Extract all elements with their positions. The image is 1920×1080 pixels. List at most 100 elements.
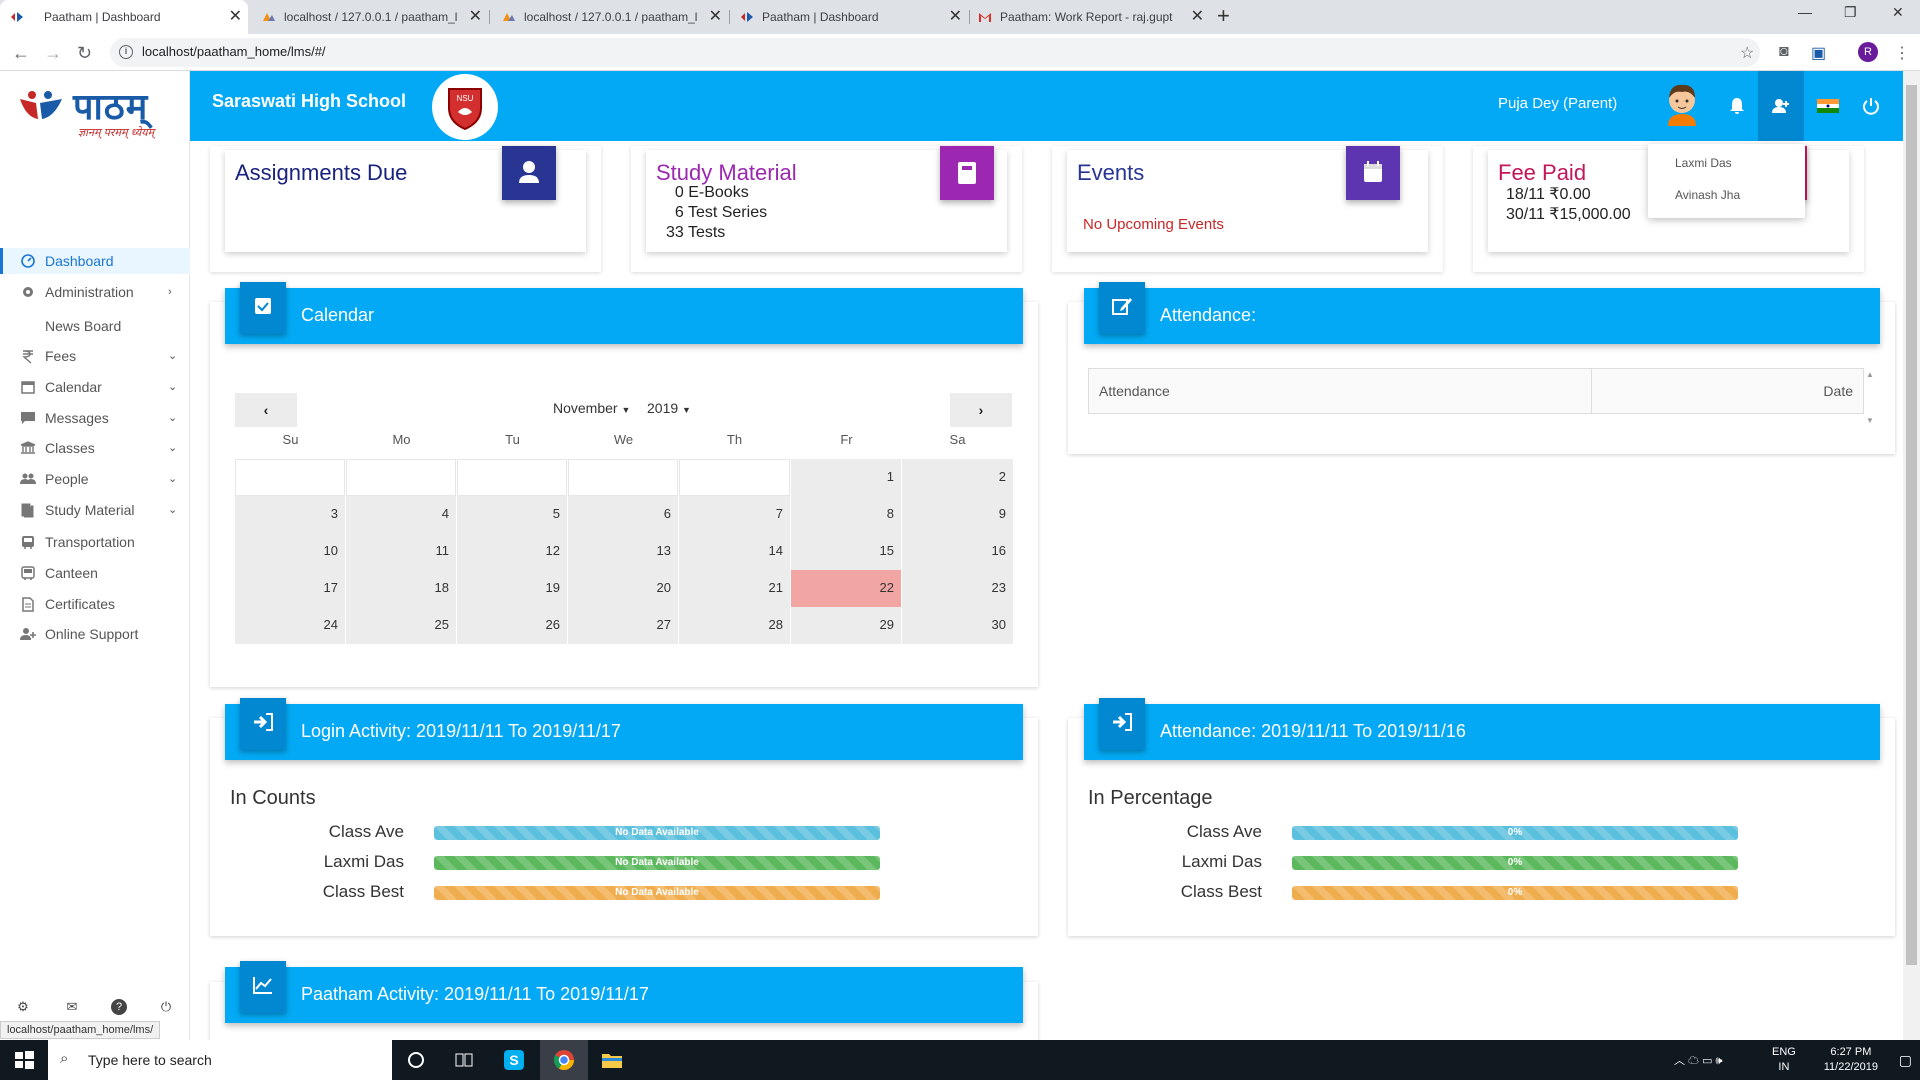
- column-header-date[interactable]: Date: [1823, 383, 1853, 399]
- calendar-day[interactable]: 14: [679, 533, 790, 570]
- browser-tab[interactable]: localhost / 127.0.0.1 / paatham_l ✕: [490, 0, 728, 34]
- forward-icon[interactable]: →: [44, 43, 62, 64]
- next-month-button[interactable]: ›: [950, 393, 1012, 427]
- india-flag-icon[interactable]: [1817, 95, 1839, 117]
- task-view-icon[interactable]: [452, 1048, 476, 1072]
- power-icon[interactable]: ⏻: [158, 999, 174, 1015]
- calendar-day[interactable]: 2: [902, 459, 1013, 496]
- prev-month-button[interactable]: ‹: [235, 393, 297, 427]
- calendar-day[interactable]: 13: [568, 533, 678, 570]
- calendar-day-today[interactable]: 22: [791, 570, 901, 607]
- calendar-day[interactable]: 28: [679, 607, 790, 644]
- calendar-day[interactable]: 21: [679, 570, 790, 607]
- calendar-day[interactable]: 27: [568, 607, 678, 644]
- calendar-day[interactable]: 5: [457, 496, 567, 533]
- year-select[interactable]: 2019 ▼: [647, 400, 691, 416]
- sidebar-item-transportation[interactable]: Transportation: [0, 529, 190, 555]
- info-icon[interactable]: i: [119, 45, 133, 59]
- browser-tab[interactable]: Paatham: Work Report - raj.gupt ✕: [970, 0, 1210, 34]
- url-input[interactable]: i localhost/paatham_home/lms/#/ ☆: [110, 38, 1760, 67]
- tray-icons[interactable]: ︿ ☁ ▭ 🕪: [1674, 1052, 1723, 1068]
- taskbar-search[interactable]: ⌕ Type here to search: [48, 1040, 392, 1080]
- mail-icon[interactable]: ✉: [64, 999, 80, 1015]
- sidebar-item-people[interactable]: People ⌄: [0, 466, 190, 492]
- sidebar-item-certificates[interactable]: Certificates: [0, 591, 190, 617]
- help-icon[interactable]: ?: [111, 999, 127, 1015]
- avatar[interactable]: R: [1858, 42, 1878, 62]
- calendar-day[interactable]: 17: [235, 570, 345, 607]
- chrome-taskbar-button[interactable]: [540, 1040, 588, 1080]
- calendar-day[interactable]: 3: [235, 496, 345, 533]
- table-scroll-up-icon[interactable]: ▲: [1866, 370, 1874, 379]
- menu-icon[interactable]: ⋮: [1894, 43, 1910, 63]
- sidebar-item-fees[interactable]: Fees ⌄: [0, 343, 190, 369]
- power-icon[interactable]: [1860, 95, 1882, 117]
- close-icon[interactable]: ✕: [709, 0, 722, 34]
- cortana-icon[interactable]: [404, 1048, 428, 1072]
- calendar-day[interactable]: 6: [568, 496, 678, 533]
- new-tab-button[interactable]: +: [1217, 3, 1230, 29]
- clock[interactable]: 6:27 PM 11/22/2019: [1824, 1045, 1878, 1075]
- calendar-day[interactable]: 9: [902, 496, 1013, 533]
- windows-start-icon[interactable]: [12, 1048, 36, 1072]
- calendar-day[interactable]: 8: [791, 496, 901, 533]
- sidebar-item-news-board[interactable]: News Board: [0, 313, 190, 339]
- calendar-day[interactable]: 4: [346, 496, 456, 533]
- bookmark-star-icon[interactable]: ☆: [1740, 43, 1754, 63]
- calendar-day[interactable]: 26: [457, 607, 567, 644]
- sidebar-item-canteen[interactable]: Canteen: [0, 560, 190, 586]
- calendar-day[interactable]: 29: [791, 607, 901, 644]
- file-explorer-icon[interactable]: [600, 1048, 624, 1072]
- language-indicator[interactable]: ENG IN: [1772, 1045, 1796, 1075]
- sidebar-item-administration[interactable]: Administration ›: [0, 279, 190, 305]
- calendar-day[interactable]: 18: [346, 570, 456, 607]
- calendar-day[interactable]: 24: [235, 607, 345, 644]
- skype-icon[interactable]: S: [502, 1048, 526, 1072]
- scrollbar-thumb[interactable]: [1906, 85, 1917, 965]
- column-header-attendance[interactable]: Attendance: [1099, 383, 1170, 399]
- dropdown-item[interactable]: Laxmi Das: [1675, 156, 1732, 170]
- calendar-day[interactable]: 23: [902, 570, 1013, 607]
- calendar-day[interactable]: 19: [457, 570, 567, 607]
- sidebar-item-calendar[interactable]: Calendar ⌄: [0, 374, 190, 400]
- user-avatar[interactable]: [1662, 80, 1702, 128]
- calendar-day[interactable]: 20: [568, 570, 678, 607]
- browser-tab[interactable]: localhost / 127.0.0.1 / paatham_l ✕: [250, 0, 488, 34]
- calendar-day[interactable]: 7: [679, 496, 790, 533]
- restore-icon[interactable]: ❐: [1844, 4, 1857, 21]
- user-name[interactable]: Puja Dey (Parent): [1498, 95, 1617, 112]
- sidebar-item-study-material[interactable]: Study Material ⌄: [0, 497, 190, 523]
- calendar-day[interactable]: 25: [346, 607, 456, 644]
- camera-icon[interactable]: ◙: [1779, 43, 1789, 61]
- browser-tab[interactable]: Paatham | Dashboard ✕: [0, 0, 248, 34]
- study-material-card[interactable]: Study Material 0 E-Books 6 Test Series 3…: [631, 146, 1022, 272]
- cast-icon[interactable]: ▣: [1811, 43, 1826, 63]
- close-window-icon[interactable]: ✕: [1892, 4, 1904, 21]
- calendar-day[interactable]: 11: [346, 533, 456, 570]
- switch-child-button[interactable]: [1758, 71, 1804, 141]
- calendar-day[interactable]: 10: [235, 533, 345, 570]
- sidebar-item-dashboard[interactable]: Dashboard: [0, 248, 190, 274]
- settings-icon[interactable]: ⚙: [15, 999, 31, 1015]
- browser-tab[interactable]: Paatham | Dashboard ✕: [730, 0, 968, 34]
- reload-icon[interactable]: ↻: [77, 43, 92, 64]
- bell-icon[interactable]: [1726, 95, 1748, 117]
- sidebar-item-classes[interactable]: Classes ⌄: [0, 435, 190, 461]
- calendar-day[interactable]: 1: [791, 459, 901, 496]
- close-icon[interactable]: ✕: [469, 0, 482, 34]
- sidebar-item-online-support[interactable]: Online Support: [0, 621, 190, 647]
- close-icon[interactable]: ✕: [949, 0, 962, 34]
- calendar-day[interactable]: 16: [902, 533, 1013, 570]
- calendar-day[interactable]: 12: [457, 533, 567, 570]
- back-icon[interactable]: ←: [12, 43, 30, 64]
- notification-icon[interactable]: ▢: [1899, 1052, 1912, 1069]
- calendar-day[interactable]: 15: [791, 533, 901, 570]
- page-scrollbar[interactable]: [1903, 71, 1920, 1040]
- minimize-icon[interactable]: —: [1798, 4, 1812, 20]
- month-select[interactable]: November ▼: [553, 400, 630, 416]
- close-icon[interactable]: ✕: [229, 0, 242, 34]
- sidebar-item-messages[interactable]: Messages ⌄: [0, 405, 190, 431]
- calendar-day[interactable]: 30: [902, 607, 1013, 644]
- table-scroll-down-icon[interactable]: ▼: [1866, 416, 1874, 425]
- close-icon[interactable]: ✕: [1191, 0, 1204, 34]
